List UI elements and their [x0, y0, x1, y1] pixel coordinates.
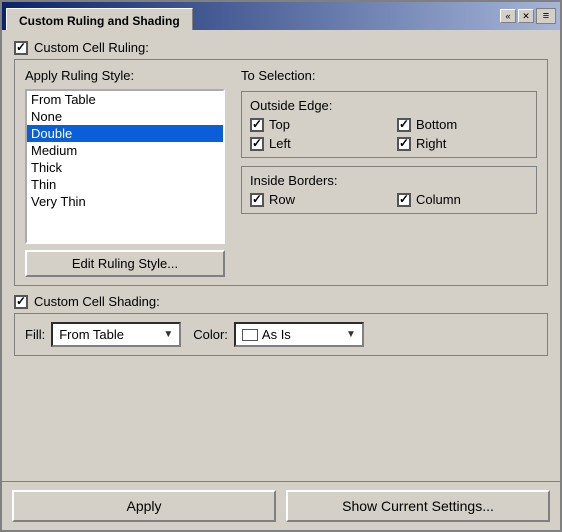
outside-edge-label: Outside Edge: — [250, 98, 528, 113]
custom-ruling-checkbox[interactable] — [14, 41, 28, 55]
ruling-left: Apply Ruling Style: From Table None Doub… — [25, 68, 225, 277]
to-selection-label: To Selection: — [241, 68, 537, 83]
title-tabs: Custom Ruling and Shading — [6, 2, 500, 30]
right-label: Right — [416, 136, 446, 151]
ruling-content: Apply Ruling Style: From Table None Doub… — [25, 68, 537, 277]
color-swatch — [242, 329, 258, 341]
right-checkbox[interactable] — [397, 137, 411, 151]
list-item[interactable]: Thick — [27, 159, 223, 176]
shading-controls: Fill: From Table ▼ Color: As Is — [25, 322, 537, 347]
color-arrow-icon: ▼ — [346, 329, 356, 340]
tab-label: Custom Ruling and Shading — [19, 14, 180, 28]
main-window: Custom Ruling and Shading « ✕ ≡ Custom C… — [0, 0, 562, 532]
row-checkbox[interactable] — [250, 193, 264, 207]
list-item[interactable]: From Table — [27, 91, 223, 108]
tab-custom-ruling[interactable]: Custom Ruling and Shading — [6, 8, 193, 30]
right-row: Right — [397, 136, 528, 151]
content-area: Custom Cell Ruling: Apply Ruling Style: … — [2, 30, 560, 481]
close-button[interactable]: ✕ — [518, 9, 534, 23]
custom-cell-ruling-section: Custom Cell Ruling: Apply Ruling Style: … — [14, 40, 548, 286]
custom-shading-checkbox[interactable] — [14, 295, 28, 309]
custom-ruling-label: Custom Cell Ruling: — [34, 40, 149, 55]
bottom-label: Bottom — [416, 117, 457, 132]
outside-edge-box: Outside Edge: Top Bottom — [241, 91, 537, 158]
apply-button[interactable]: Apply — [12, 490, 276, 522]
top-label: Top — [269, 117, 290, 132]
column-checkbox[interactable] — [397, 193, 411, 207]
fill-label: Fill: — [25, 327, 45, 342]
inside-borders-label: Inside Borders: — [250, 173, 528, 188]
show-current-settings-button[interactable]: Show Current Settings... — [286, 490, 550, 522]
ruling-box: Apply Ruling Style: From Table None Doub… — [14, 59, 548, 286]
edit-ruling-style-button[interactable]: Edit Ruling Style... — [25, 250, 225, 277]
list-item-selected[interactable]: Double — [27, 125, 223, 142]
outside-edge-grid: Top Bottom Left — [250, 117, 528, 151]
left-label: Left — [269, 136, 291, 151]
ruling-right: To Selection: Outside Edge: Top — [241, 68, 537, 277]
bottom-checkbox[interactable] — [397, 118, 411, 132]
shading-box: Fill: From Table ▼ Color: As Is — [14, 313, 548, 356]
color-wrap: Color: As Is ▼ — [193, 322, 364, 347]
custom-cell-shading-section: Custom Cell Shading: Fill: From Table ▼ … — [14, 294, 548, 356]
apply-style-label: Apply Ruling Style: — [25, 68, 225, 83]
left-row: Left — [250, 136, 381, 151]
list-item[interactable]: Thin — [27, 176, 223, 193]
shading-header: Custom Cell Shading: — [14, 294, 548, 309]
color-value: As Is — [262, 327, 291, 342]
list-item[interactable]: Very Thin — [27, 193, 223, 210]
left-checkbox[interactable] — [250, 137, 264, 151]
bottom-row: Bottom — [397, 117, 528, 132]
menu-button[interactable]: ≡ — [536, 8, 556, 24]
ruling-style-list[interactable]: From Table None Double Medium Thick Thin… — [25, 89, 225, 244]
color-label: Color: — [193, 327, 228, 342]
inside-borders-box: Inside Borders: Row Column — [241, 166, 537, 214]
column-label: Column — [416, 192, 461, 207]
ruling-header: Custom Cell Ruling: — [14, 40, 548, 55]
fill-wrap: Fill: From Table ▼ — [25, 322, 181, 347]
fill-value: From Table — [59, 327, 124, 342]
list-item[interactable]: Medium — [27, 142, 223, 159]
color-select[interactable]: As Is ▼ — [234, 322, 364, 347]
menu-icon: ≡ — [543, 10, 549, 22]
minimize-button[interactable]: « — [500, 9, 516, 23]
top-checkbox[interactable] — [250, 118, 264, 132]
close-icon: ✕ — [522, 11, 530, 22]
minimize-icon: « — [505, 11, 510, 21]
footer: Apply Show Current Settings... — [2, 481, 560, 530]
title-bar: Custom Ruling and Shading « ✕ ≡ — [2, 2, 560, 30]
row-label: Row — [269, 192, 295, 207]
custom-shading-label: Custom Cell Shading: — [34, 294, 160, 309]
column-row: Column — [397, 192, 528, 207]
row-row: Row — [250, 192, 381, 207]
inside-borders-grid: Row Column — [250, 192, 528, 207]
list-item[interactable]: None — [27, 108, 223, 125]
color-value-row: As Is — [242, 327, 291, 342]
top-row: Top — [250, 117, 381, 132]
fill-select[interactable]: From Table ▼ — [51, 322, 181, 347]
fill-arrow-icon: ▼ — [163, 329, 173, 340]
title-controls: « ✕ ≡ — [500, 8, 556, 24]
